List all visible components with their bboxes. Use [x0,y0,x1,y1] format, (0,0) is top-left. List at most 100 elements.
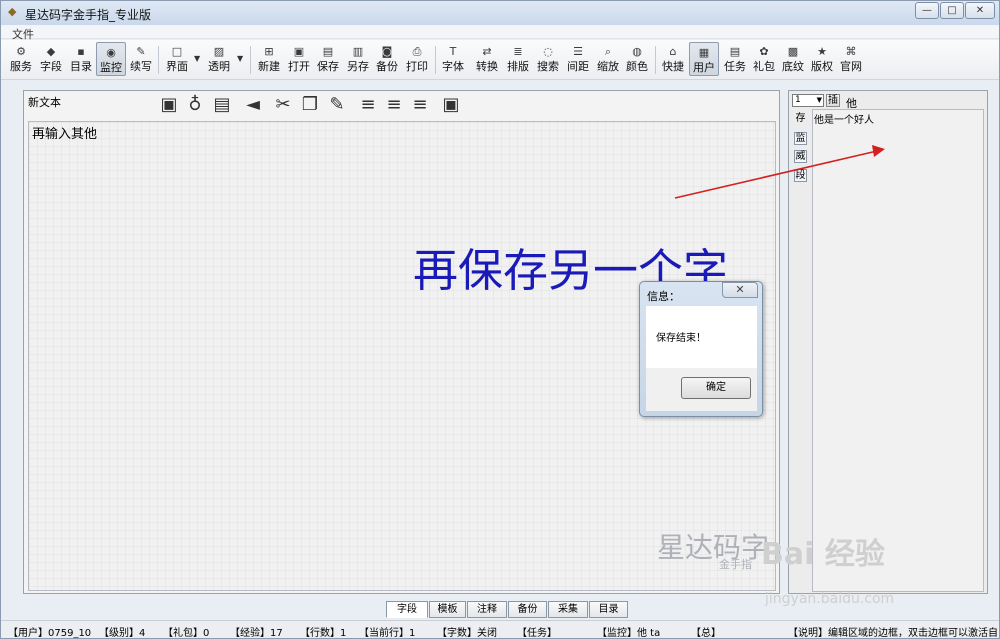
service-icon: ⚙ [16,45,26,58]
copyright-button[interactable]: ★ 版权 [808,42,836,76]
continue-button[interactable]: ✎ 续写 [127,42,155,76]
app-window: ◆ 星达码字金手指_专业版 — □ ✕ 文件 ⚙ 服务 ◆ 字段 ▪ 目录 ◉ 监控 ✎… [0,0,1000,639]
app-logo-icon: ◆ [8,5,17,18]
right-panel-textarea[interactable]: 他是一个好人 [812,109,984,592]
title-bar: ◆ 星达码字金手指_专业版 — □ ✕ [1,1,999,25]
cut-icon[interactable]: ✂ [272,94,294,116]
align-center-icon[interactable]: ≡ [383,94,405,116]
tab-field[interactable]: 字段 [386,601,428,618]
side-power-button[interactable]: 威 [794,150,807,163]
status-total: 【总】 [691,628,721,639]
menu-bar: 文件 [1,25,999,41]
chevron-down-icon: ▼ [816,96,822,104]
chevron-down-icon[interactable]: ▼ [194,54,200,63]
fullscreen-icon[interactable]: ▣ [440,94,462,116]
window-title: 星达码字金手指_专业版 [25,8,152,22]
field-button[interactable]: ◆ 字段 [37,42,65,76]
font-button[interactable]: T 字体 [439,42,467,76]
save-icon[interactable]: ▣ [158,94,180,116]
interface-icon: □ [171,45,183,58]
insert-button[interactable]: 插 [826,94,840,107]
service-button[interactable]: ⚙ 服务 [7,42,35,76]
dialog-body: 保存结束！ [646,306,757,368]
color-button[interactable]: ◍ 颜色 [623,42,651,76]
shortcut-button[interactable]: ⌂ 快捷 [659,42,687,76]
tab-notes[interactable]: 注释 [467,601,507,618]
interface-button[interactable]: □ 界面 [163,42,191,76]
search-button[interactable]: ◌ 搜索 [534,42,562,76]
edit-icon[interactable]: ✎ [326,94,348,116]
tab-backup[interactable]: 备份 [508,601,547,618]
close-button[interactable]: ✕ [965,2,995,19]
save-as-button[interactable]: ▥ 另存 [344,42,372,76]
transparent-button[interactable]: ▨ 透明 [205,42,233,76]
baidu-watermark: Bai 经验 jingyan.baidu.com [761,529,961,609]
side-field-button[interactable]: 段 [794,169,807,182]
monitor-icon: ◉ [106,46,116,59]
align-right-icon[interactable]: ≡ [409,94,431,116]
website-button[interactable]: ⌘ 官网 [837,42,865,76]
print-icon: ⎙ [412,45,422,58]
user-icon: ▦ [698,46,710,59]
spacing-icon: ☰ [573,45,583,58]
zoom-icon: ⌕ [604,45,612,58]
document-title: 新文本 [28,96,61,109]
website-icon: ⌘ [845,45,857,58]
backup-button[interactable]: ◙ 备份 [373,42,401,76]
dialog-close-button[interactable]: ✕ [722,282,758,298]
color-icon: ◍ [632,45,642,58]
copy-icon[interactable]: ❐ [299,94,321,116]
toolbar-separator [250,46,251,74]
save-as-icon: ▥ [352,45,364,58]
status-note: 【说明】编辑区域的边框，双击边框可以激活自 [788,628,998,639]
open-icon: ▣ [293,45,305,58]
maximize-button[interactable]: □ [940,2,964,19]
transparent-icon: ▨ [213,45,225,58]
gift-icon: ✿ [759,45,769,58]
shortcut-icon: ⌂ [669,45,677,58]
layout-button[interactable]: ≣ 排版 [504,42,532,76]
user-button[interactable]: ▦ 用户 [689,42,719,76]
print-button[interactable]: ⎙ 打印 [403,42,431,76]
minimize-button[interactable]: — [915,2,939,19]
tab-catalog[interactable]: 目录 [589,601,628,618]
toolbar-separator [655,46,656,74]
tab-collect[interactable]: 采集 [548,601,588,618]
baidu-watermark-url: jingyan.baidu.com [765,591,895,607]
watermark-subtitle: 金手指 [719,558,752,571]
gift-button[interactable]: ✿ 礼包 [750,42,778,76]
ok-button[interactable]: 确定 [681,377,751,399]
status-char-count: 【字数】关闭 [437,628,497,639]
status-gift: 【礼包】0 [163,628,210,639]
font-icon: T [449,45,457,58]
chevron-down-icon[interactable]: ▼ [237,54,243,63]
catalog-button[interactable]: ▪ 目录 [67,42,95,76]
spacing-button[interactable]: ☰ 间距 [564,42,592,76]
catalog-icon: ▪ [77,45,85,58]
align-left-icon[interactable]: ≡ [357,94,379,116]
right-panel: 1 ▼ 插 他 存 监 威 段 他是一个好人 [788,90,988,594]
field-icon: ◆ [46,45,56,58]
convert-button[interactable]: ⇄ 转换 [473,42,501,76]
dialog-title: 信息： [647,290,680,303]
save-button[interactable]: ▤ 保存 [314,42,342,76]
document-icon[interactable]: ▤ [211,94,233,116]
back-arrow-icon[interactable]: ◄ [242,94,264,116]
toolbar-separator [158,46,159,74]
convert-icon: ⇄ [482,45,492,58]
zoom-button[interactable]: ⌕ 缩放 [594,42,622,76]
texture-button[interactable]: ▩ 底纹 [779,42,807,76]
tab-template[interactable]: 模板 [429,601,466,618]
task-button[interactable]: ▤ 任务 [721,42,749,76]
monitor-button[interactable]: ◉ 监控 [96,42,126,76]
side-save-button[interactable]: 存 [794,113,807,126]
task-icon: ▤ [729,45,741,58]
toolbar: ⚙ 服务 ◆ 字段 ▪ 目录 ◉ 监控 ✎ 续写 □ 界面 ▼ ▨ 透明 ▼ ⊞ 新建 ▣ 打开 … [1,40,999,80]
open-button[interactable]: ▣ 打开 [285,42,313,76]
texture-icon: ▩ [787,45,799,58]
count-select[interactable]: 1 ▼ [792,94,824,107]
dialog-footer: 确定 [646,368,757,411]
new-button[interactable]: ⊞ 新建 [255,42,283,76]
lightbulb-icon[interactable]: ♁ [184,94,206,116]
side-monitor-button[interactable]: 监 [794,132,807,145]
